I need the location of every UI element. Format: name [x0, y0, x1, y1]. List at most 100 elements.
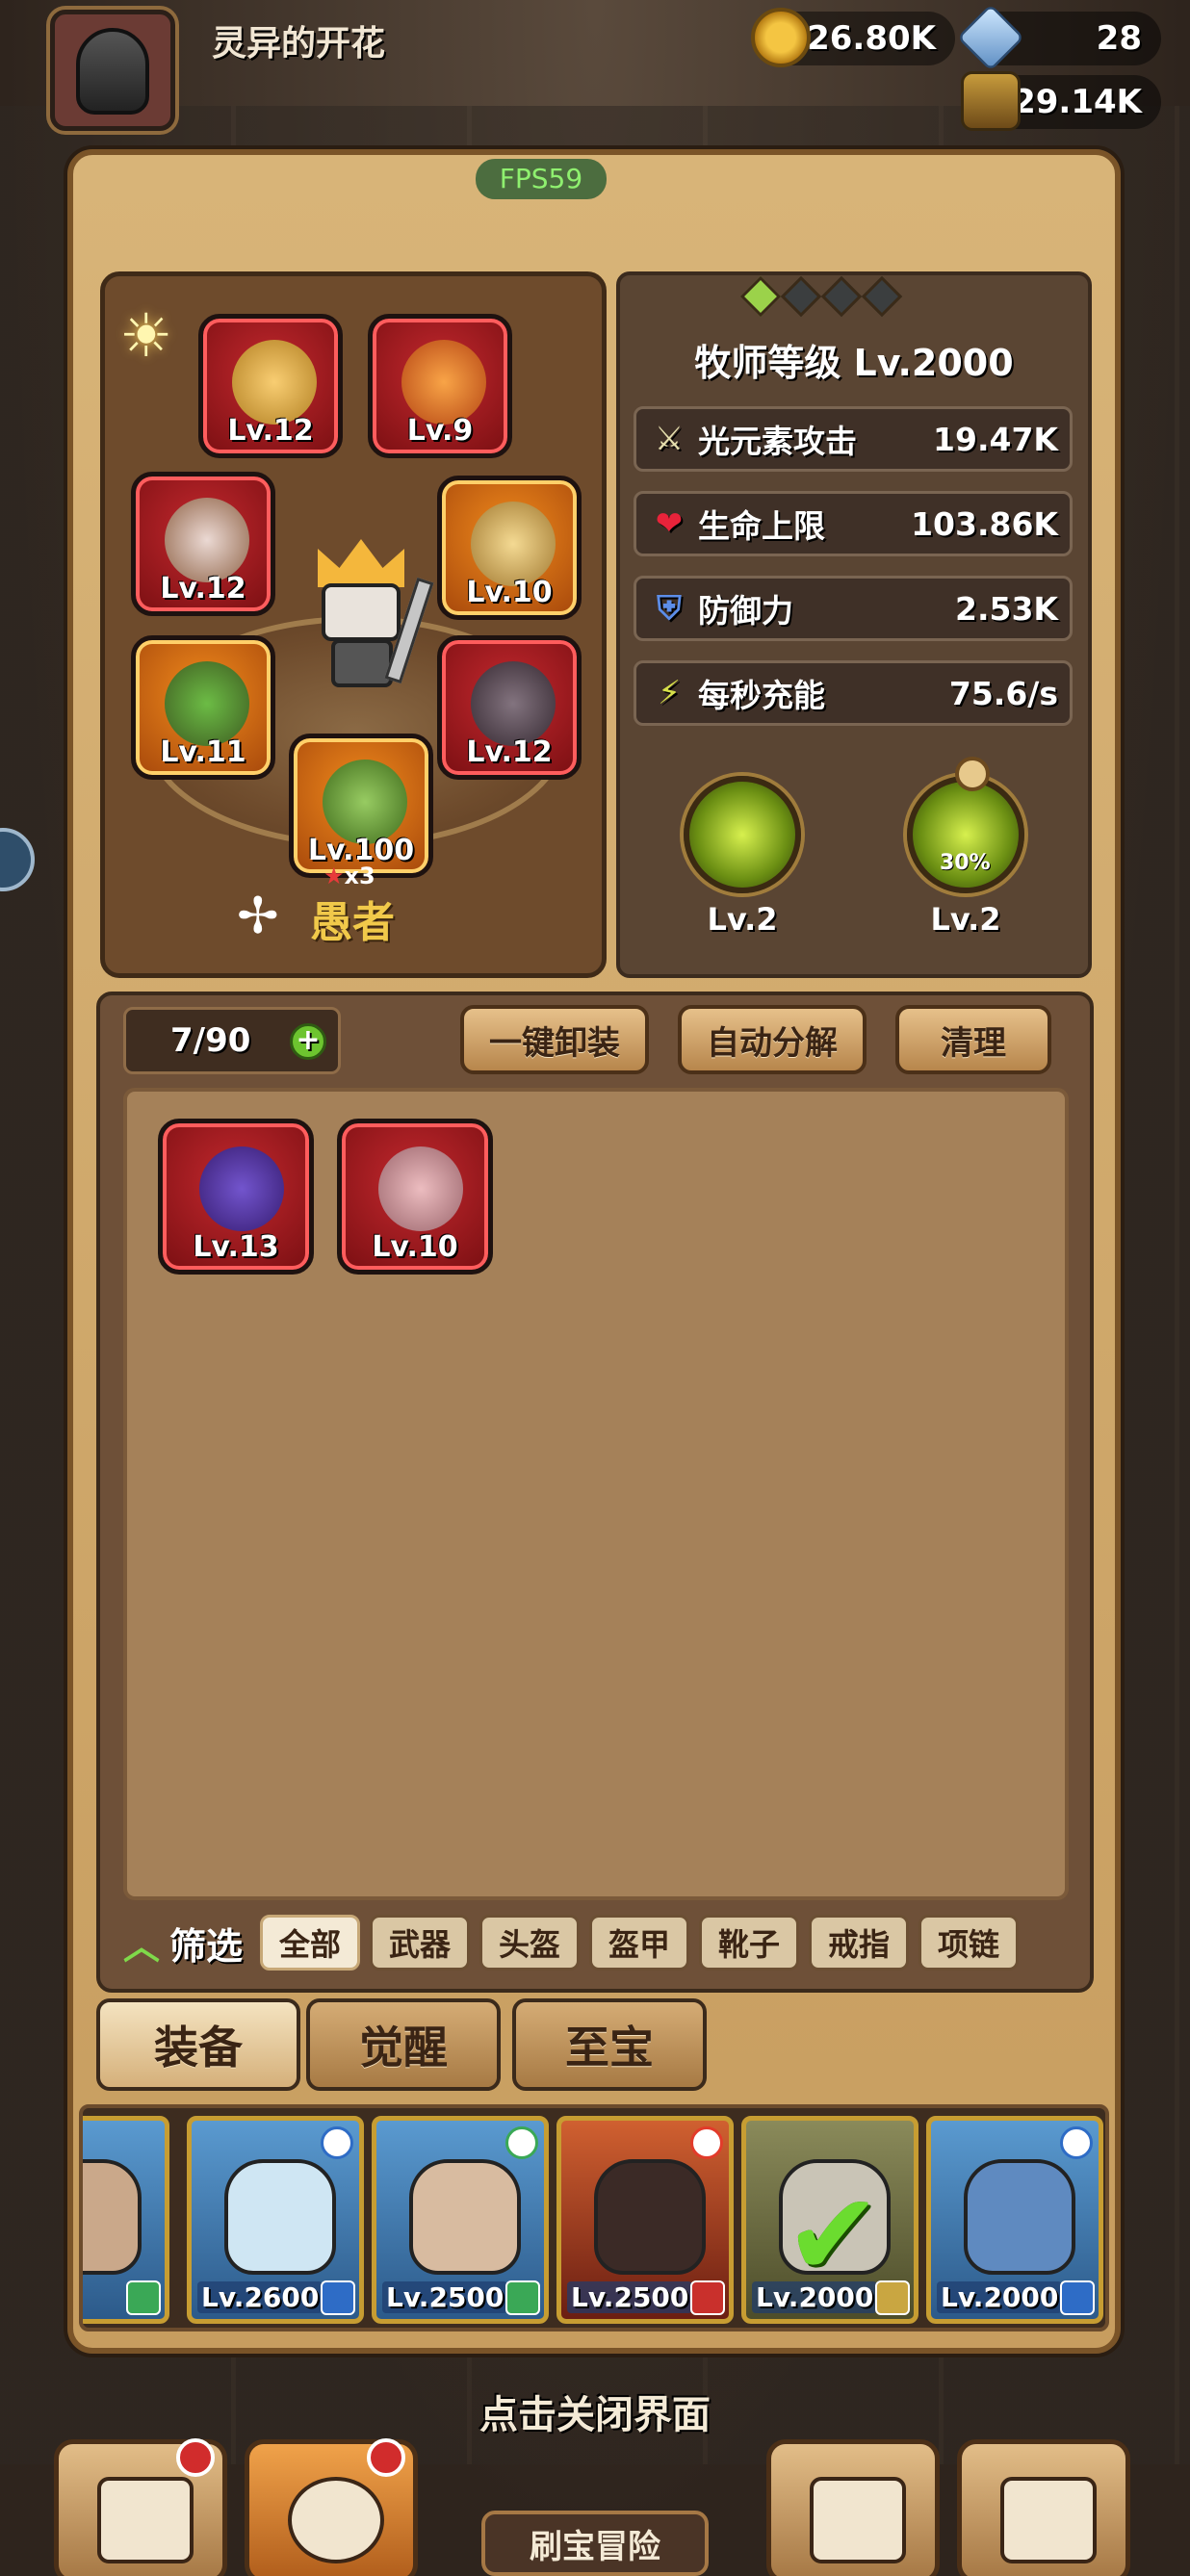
inventory-count-text: 7/90	[170, 1021, 251, 1060]
headdress-icon	[165, 498, 249, 582]
nav-hero[interactable]	[245, 2438, 418, 2576]
notification-dot	[367, 2438, 405, 2477]
stat-row-defense: ⛨ 防御力 2.53K	[634, 576, 1073, 641]
filter-helmet[interactable]: 头盔	[479, 1915, 581, 1971]
stat-row-hp: ❤ 生命上限 103.86K	[634, 491, 1073, 556]
sun-ring-icon	[471, 502, 556, 586]
hero-card-selected[interactable]: ✔ Lv.2000	[741, 2116, 918, 2324]
filter-label: 筛选	[169, 1924, 244, 1968]
water-icon	[321, 2126, 353, 2159]
hero-card-level: Lv.2500	[567, 2281, 693, 2313]
equip-slot-boots[interactable]: Lv.12	[437, 635, 582, 780]
hero-card[interactable]: 00	[83, 2116, 169, 2324]
skill-badge-icon	[955, 757, 990, 791]
potion-counter[interactable]: 29.14K	[961, 71, 1161, 131]
shield-badge-icon	[321, 2280, 355, 2315]
skill-1-icon[interactable]	[684, 776, 801, 893]
shield-icon: ⛨	[657, 589, 682, 628]
filter-armor[interactable]: 盔甲	[589, 1915, 690, 1971]
stat-label: 每秒充能	[698, 677, 825, 714]
helmet-icon	[76, 28, 149, 115]
heart-icon: ❤	[655, 504, 684, 543]
hero-card-level: Lv.2000	[752, 2281, 878, 2313]
relic-icon	[323, 760, 407, 844]
skill-2-icon[interactable]: 30%	[907, 757, 1024, 893]
nav-bag[interactable]	[766, 2439, 940, 2576]
stat-value: 75.6/s	[948, 674, 1058, 712]
fire-icon	[690, 2126, 723, 2159]
slot-level: Lv.11	[160, 735, 246, 769]
filter-ring[interactable]: 戒指	[809, 1915, 910, 1971]
shield-badge-icon	[690, 2280, 725, 2315]
stat-label: 防御力	[698, 592, 793, 630]
cross-badge-icon	[875, 2280, 910, 2315]
slot-level: Lv.12	[466, 735, 553, 769]
stat-value: 103.86K	[911, 504, 1058, 543]
stat-row-attack: ⚔ 光元素攻击 19.47K	[634, 406, 1073, 472]
inventory-item[interactable]: Lv.10	[337, 1119, 493, 1275]
sword-badge-icon	[505, 2280, 540, 2315]
filter-necklace[interactable]: 项链	[918, 1915, 1020, 1971]
hero-card[interactable]: Lv.2000	[926, 2116, 1103, 2324]
coin-icon	[751, 8, 811, 67]
hero-card[interactable]: Lv.2500	[556, 2116, 734, 2324]
amulet-icon	[401, 340, 486, 425]
equip-slot-sun-ring[interactable]: Lv.10	[437, 476, 582, 620]
equip-slot-amulet[interactable]: Lv.9	[368, 314, 512, 458]
charge-icon: ⚡	[658, 674, 681, 712]
sword-icon: ⚔	[654, 420, 685, 458]
tab-equipment[interactable]: 装备	[96, 1998, 300, 2091]
filter-weapon[interactable]: 武器	[370, 1915, 471, 1971]
filter-boots[interactable]: 靴子	[699, 1915, 800, 1971]
potion-icon	[961, 71, 1021, 131]
player-avatar[interactable]	[50, 10, 175, 131]
hero-card-level: Lv.2500	[382, 2281, 508, 2313]
slot-level: Lv.12	[160, 572, 246, 605]
water-icon	[1060, 2126, 1093, 2159]
hero-card[interactable]: Lv.2500	[372, 2116, 549, 2324]
hero-card-level: Lv.2000	[937, 2281, 1063, 2313]
clear-button[interactable]: 清理	[895, 1005, 1051, 1074]
nav-shop[interactable]	[54, 2438, 227, 2576]
slot-level: Lv.12	[227, 414, 314, 448]
equip-slot-relic[interactable]: Lv.100	[289, 734, 433, 878]
fan-icon	[378, 1146, 463, 1231]
hero-card[interactable]: Lv.2600	[187, 2116, 364, 2324]
equip-slot-armor[interactable]: Lv.11	[131, 635, 275, 780]
nav-forge[interactable]	[957, 2439, 1130, 2576]
equip-slot-headdress[interactable]: Lv.12	[131, 472, 275, 616]
plus-icon[interactable]: +	[290, 1023, 326, 1060]
filter-all[interactable]: 全部	[260, 1915, 361, 1971]
notification-dot	[176, 2438, 215, 2477]
fps-counter: FPS59	[476, 159, 607, 199]
item-level: Lv.10	[372, 1230, 458, 1264]
gem-counter[interactable]: 28	[956, 3, 1161, 72]
star-count: ★x3	[323, 863, 375, 889]
hero-card-level: Lv.2600	[197, 2281, 323, 2313]
tab-treasure[interactable]: 至宝	[512, 1998, 707, 2091]
slot-level: Lv.10	[466, 576, 553, 609]
equip-slot-goblet[interactable]: Lv.12	[198, 314, 343, 458]
filter-bar: ︿ 筛选 全部 武器 头盔 盔甲 靴子 戒指 项链	[123, 1912, 1020, 1973]
unequip-all-button[interactable]: 一键卸装	[460, 1005, 649, 1074]
skill-2-percent: 30%	[940, 851, 991, 875]
hero-selector: 00 Lv.2600 Lv.2500 Lv.2500 ✔Lv.2000 Lv.2…	[79, 2104, 1109, 2331]
coin-counter[interactable]: 126.80K	[751, 8, 955, 67]
skill-1-level: Lv.2	[707, 901, 778, 938]
adventure-button[interactable]: 刷宝冒险	[481, 2511, 709, 2576]
wind-icon	[505, 2126, 538, 2159]
sun-icon[interactable]: ☀	[119, 300, 173, 371]
backpack-icon	[810, 2477, 906, 2563]
amulet-icon	[199, 1146, 284, 1231]
inventory-item[interactable]: Lv.13	[158, 1119, 314, 1275]
class-level-title: 牧师等级 Lv.2000	[694, 342, 1014, 384]
close-hint[interactable]: 点击关闭界面	[0, 2383, 1190, 2439]
auto-decompose-button[interactable]: 自动分解	[678, 1005, 867, 1074]
armor-icon	[165, 661, 249, 746]
chevron-up-icon[interactable]: ︿	[123, 1917, 160, 1970]
class-icon: ✢	[237, 888, 279, 945]
boots-icon	[471, 661, 556, 746]
stat-row-charge: ⚡ 每秒充能 75.6/s	[634, 660, 1073, 726]
tab-awaken[interactable]: 觉醒	[306, 1998, 501, 2091]
heal-icon	[126, 2280, 161, 2315]
